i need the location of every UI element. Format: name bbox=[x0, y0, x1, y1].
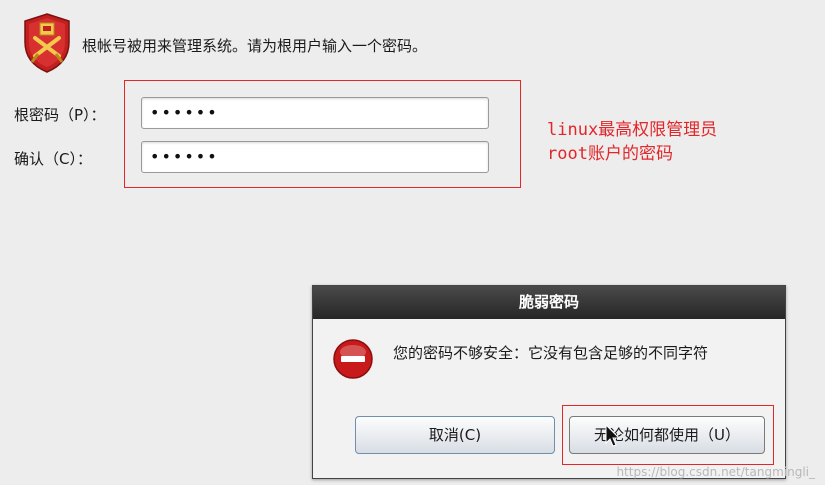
root-password-field[interactable]: •••••• bbox=[141, 97, 489, 129]
header-description: 根帐号被用来管理系统。请为根用户输入一个密码。 bbox=[82, 37, 428, 55]
root-password-label: 根密码（P）： bbox=[14, 106, 106, 124]
shield-lock-icon bbox=[22, 12, 72, 74]
cancel-button[interactable]: 取消(C) bbox=[355, 416, 555, 454]
button-annotation-box bbox=[562, 405, 774, 465]
annotation-line-1: linux最高权限管理员 bbox=[547, 120, 718, 140]
annotation-line-2: root账户的密码 bbox=[547, 144, 673, 164]
watermark: https://blog.csdn.net/tangmingli_ bbox=[616, 465, 815, 479]
confirm-password-field[interactable]: •••••• bbox=[141, 141, 489, 173]
mouse-cursor-icon bbox=[605, 423, 621, 448]
dialog-title: 脆弱密码 bbox=[313, 286, 785, 319]
error-circle-icon bbox=[332, 338, 374, 380]
annotation-note: linux最高权限管理员 root账户的密码 bbox=[547, 118, 717, 166]
confirm-password-label: 确认（C）： bbox=[14, 150, 92, 168]
dialog-message: 您的密码不够安全：它没有包含足够的不同字符 bbox=[393, 344, 709, 362]
